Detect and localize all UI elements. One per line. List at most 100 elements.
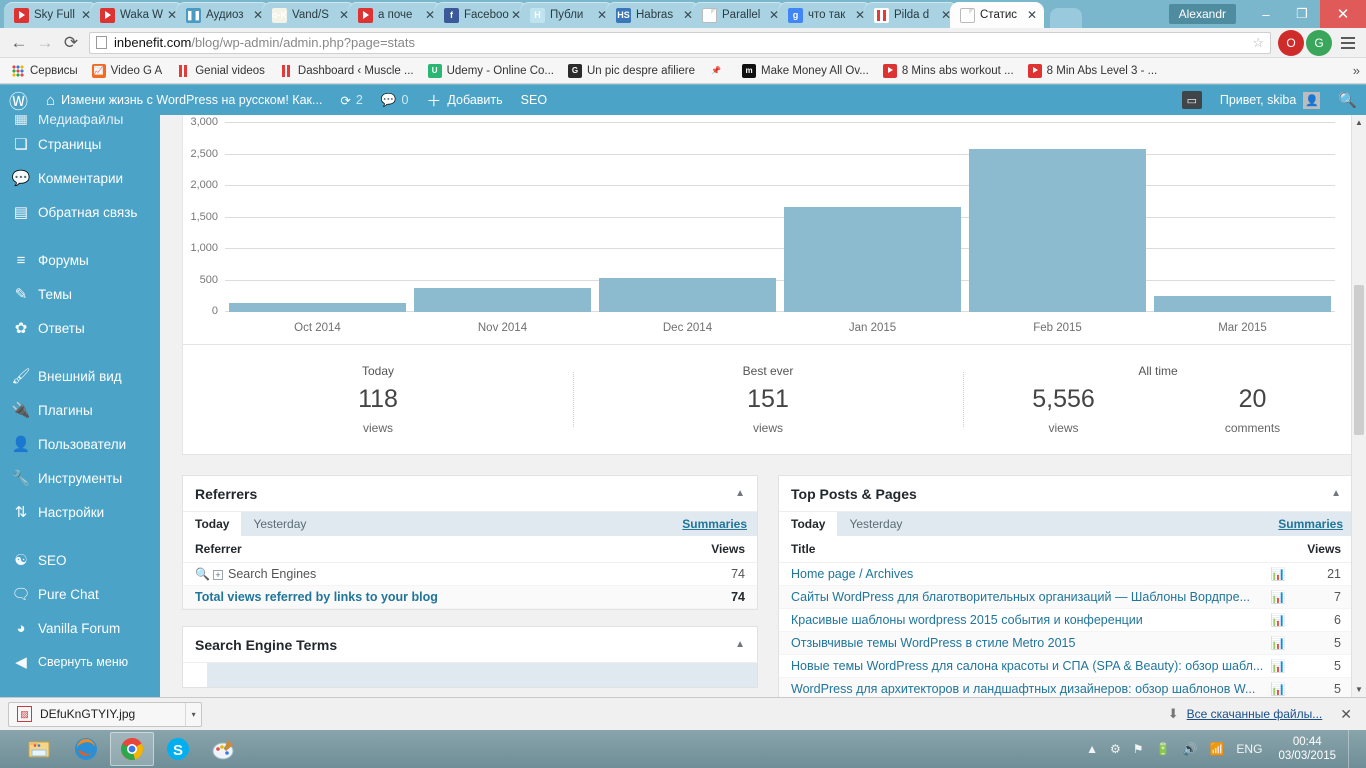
back-icon[interactable]: ← — [6, 30, 32, 56]
search-icon[interactable]: 🔍 — [1329, 85, 1366, 115]
wordpress-logo-icon[interactable]: Ⓦ — [0, 85, 37, 115]
close-downloads-bar-icon[interactable]: ✕ — [1340, 706, 1352, 723]
scroll-down-icon[interactable]: ▼ — [1352, 682, 1366, 697]
sidebar-item-users[interactable]: 👤 Пользователи — [0, 427, 160, 461]
updates-menu[interactable]: ⟳ 2 — [331, 85, 371, 115]
sidebar-collapse-menu[interactable]: ◀ Свернуть меню — [0, 645, 160, 679]
show-desktop-button[interactable] — [1348, 730, 1358, 768]
sidebar-item-appearance[interactable]: 🖌 Внешний вид — [0, 359, 160, 393]
chart-icon[interactable]: 📊 — [1267, 567, 1289, 581]
browser-tab[interactable]: o-K Vand/S ✕ — [262, 2, 356, 28]
sidebar-item-purechat[interactable]: 🗨 Pure Chat — [0, 577, 160, 611]
sidebar-item-seo[interactable]: ☯ SEO — [0, 543, 160, 577]
tab-today[interactable]: Today — [779, 512, 838, 536]
sidebar-item-forums[interactable]: ≡ Форумы — [0, 243, 160, 277]
collapse-toggle-icon[interactable]: ▲ — [735, 639, 745, 650]
chrome-profile-chip[interactable]: Alexandr — [1168, 4, 1236, 24]
sidebar-item-pages[interactable]: ❏ Страницы — [0, 127, 160, 161]
opera-extension-icon[interactable]: O — [1278, 29, 1304, 56]
language-indicator[interactable]: ENG — [1236, 742, 1262, 756]
post-title[interactable]: Отзывчивые темы WordPress в стиле Metro … — [791, 636, 1267, 650]
sidebar-item-replies[interactable]: ✿ Ответы — [0, 311, 160, 345]
taskbar-paint-button[interactable] — [202, 732, 246, 766]
bookmark-item[interactable]: Dashboard ‹ Muscle ... — [272, 60, 421, 82]
green-extension-icon[interactable]: G — [1306, 29, 1332, 56]
post-title[interactable]: Новые темы WordPress для салона красоты … — [791, 659, 1267, 673]
taskbar-chrome-button[interactable] — [110, 732, 154, 766]
forward-icon[interactable]: → — [32, 30, 58, 56]
chart-icon[interactable]: 📊 — [1267, 636, 1289, 650]
bookmark-item[interactable]: 8 Mins abs workout ... — [876, 60, 1021, 82]
chart-icon[interactable]: 📊 — [1267, 613, 1289, 627]
taskbar-firefox-button[interactable] — [64, 732, 108, 766]
table-row[interactable]: 🔍 + Search Engines 74 — [183, 563, 757, 586]
taskbar-skype-button[interactable]: S — [156, 732, 200, 766]
chart-icon[interactable]: 📊 — [1267, 659, 1289, 673]
bar-column[interactable] — [780, 123, 965, 312]
new-content-menu[interactable]: ＋ Добавить — [417, 85, 511, 115]
post-title[interactable]: WordPress для архитекторов и ландшафтных… — [791, 682, 1267, 696]
table-row[interactable]: Home page / Archives 📊 21 — [779, 563, 1353, 586]
taskbar-explorer-button[interactable] — [18, 732, 62, 766]
browser-tab[interactable]: ❚❚ Аудиоз ✕ — [176, 2, 270, 28]
summaries-link[interactable]: Summaries — [1268, 512, 1353, 536]
bookmark-item[interactable]: 📈 Video G A — [85, 60, 170, 82]
browser-tab[interactable]: f Faceboo ✕ — [434, 2, 528, 28]
bar-column[interactable] — [965, 123, 1150, 312]
sidebar-item-topics[interactable]: ✎ Темы — [0, 277, 160, 311]
flag-action-center-icon[interactable]: ⚑ — [1133, 742, 1144, 756]
close-window-button[interactable]: ✕ — [1320, 0, 1366, 28]
bar-nov-2014[interactable] — [414, 288, 591, 312]
bookmark-star-icon[interactable]: ☆ — [1252, 35, 1264, 51]
bar-dec-2014[interactable] — [599, 277, 776, 312]
download-item[interactable]: ▨ DEfuKnGTYIY.jpg ▾ — [8, 701, 203, 727]
tab-today[interactable]: Today — [183, 512, 242, 536]
collapse-toggle-icon[interactable]: ▲ — [735, 488, 745, 499]
show-all-downloads-link[interactable]: Все скачанные файлы... — [1187, 707, 1323, 721]
browser-tab[interactable]: Waka W ✕ — [90, 2, 184, 28]
bookmark-item[interactable]: m Make Money All Ov... — [735, 60, 876, 82]
browser-tab[interactable]: HS Habras ✕ — [606, 2, 700, 28]
bar-jan-2015[interactable] — [784, 206, 961, 312]
table-row[interactable]: WordPress для архитекторов и ландшафтных… — [779, 678, 1353, 697]
chart-icon[interactable]: 📊 — [1267, 590, 1289, 604]
browser-tab[interactable]: Sky Full ✕ — [4, 2, 98, 28]
table-row[interactable]: Сайты WordPress для благотворительных ор… — [779, 586, 1353, 609]
page-info-icon[interactable] — [96, 36, 107, 49]
bar-feb-2015[interactable] — [969, 149, 1146, 312]
bookmark-item[interactable]: U Udemy - Online Co... — [421, 60, 561, 82]
bookmark-item[interactable]: 📌 — [702, 60, 735, 82]
bar-column[interactable] — [410, 123, 595, 312]
tab-today[interactable] — [183, 663, 207, 687]
browser-tab-active[interactable]: Статис ✕ — [950, 2, 1044, 28]
summaries-link[interactable]: Summaries — [672, 512, 757, 536]
post-title[interactable]: Красивые шаблоны wordpress 2015 события … — [791, 613, 1267, 627]
comments-menu[interactable]: 💬 0 — [372, 85, 418, 115]
chrome-menu-icon[interactable] — [1336, 36, 1360, 49]
tab-yesterday[interactable]: Yesterday — [837, 512, 914, 536]
minimize-button[interactable]: – — [1248, 0, 1284, 28]
bar-column[interactable] — [1150, 123, 1335, 312]
restore-button[interactable]: ❐ — [1284, 0, 1320, 28]
signal-bars-icon[interactable]: 📶 — [1209, 742, 1224, 756]
total-label[interactable]: Total views referred by links to your bl… — [195, 590, 693, 604]
scrollbar-thumb[interactable] — [1354, 285, 1364, 435]
bar-column[interactable] — [595, 123, 780, 312]
page-scrollbar[interactable]: ▲ ▼ — [1351, 115, 1366, 697]
sidebar-item-tools[interactable]: 🔧 Инструменты — [0, 461, 160, 495]
post-title[interactable]: Сайты WordPress для благотворительных ор… — [791, 590, 1267, 604]
download-menu-icon[interactable]: ▾ — [185, 702, 201, 726]
site-name-menu[interactable]: ⌂ Измени жизнь с WordPress на русском! Ка… — [37, 85, 331, 115]
sidebar-item-plugins[interactable]: 🔌 Плагины — [0, 393, 160, 427]
reload-icon[interactable]: ⟳ — [58, 30, 84, 56]
battery-icon[interactable]: 🔋 — [1156, 742, 1171, 756]
account-menu[interactable]: Привет, skiba 👤 — [1211, 85, 1329, 115]
sidebar-item-feedback[interactable]: ▤ Обратная связь — [0, 195, 160, 229]
address-bar[interactable]: inbenefit.com/blog/wp-admin/admin.php?pa… — [89, 31, 1271, 54]
bar-oct-2014[interactable] — [229, 303, 406, 312]
tab-close-icon[interactable]: ✕ — [1026, 9, 1038, 21]
bookmark-item[interactable]: 8 Min Abs Level 3 - ... — [1021, 60, 1165, 82]
seo-menu[interactable]: SEO — [512, 85, 556, 115]
clock[interactable]: 00:44 03/03/2015 — [1278, 735, 1336, 764]
bookmark-item[interactable]: Сервисы — [4, 60, 85, 82]
